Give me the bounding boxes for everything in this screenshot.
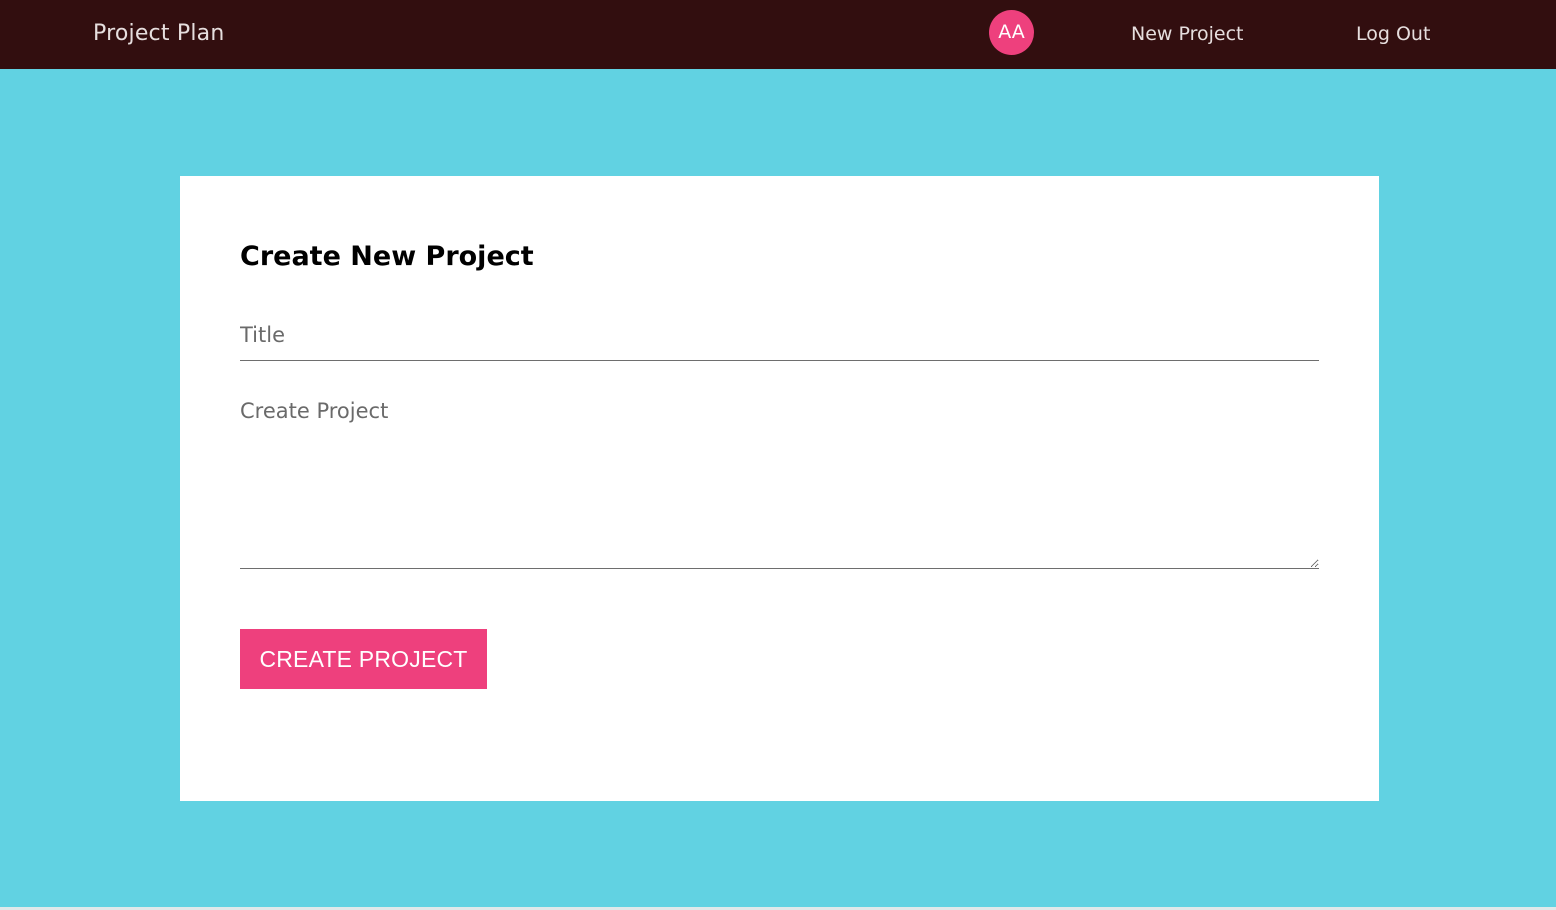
log-out-link[interactable]: Log Out	[1356, 20, 1430, 48]
new-project-link[interactable]: New Project	[1131, 20, 1244, 48]
create-project-button[interactable]: CREATE PROJECT	[240, 629, 487, 689]
user-avatar[interactable]: AA	[989, 10, 1034, 55]
title-input[interactable]	[240, 310, 1319, 361]
create-project-card: Create New Project CREATE PROJECT	[180, 176, 1379, 801]
brand-link[interactable]: Project Plan	[93, 18, 224, 50]
top-navbar: Project Plan AA New Project Log Out	[0, 0, 1556, 69]
project-content-textarea[interactable]	[240, 399, 1319, 569]
form-heading: Create New Project	[240, 241, 534, 272]
